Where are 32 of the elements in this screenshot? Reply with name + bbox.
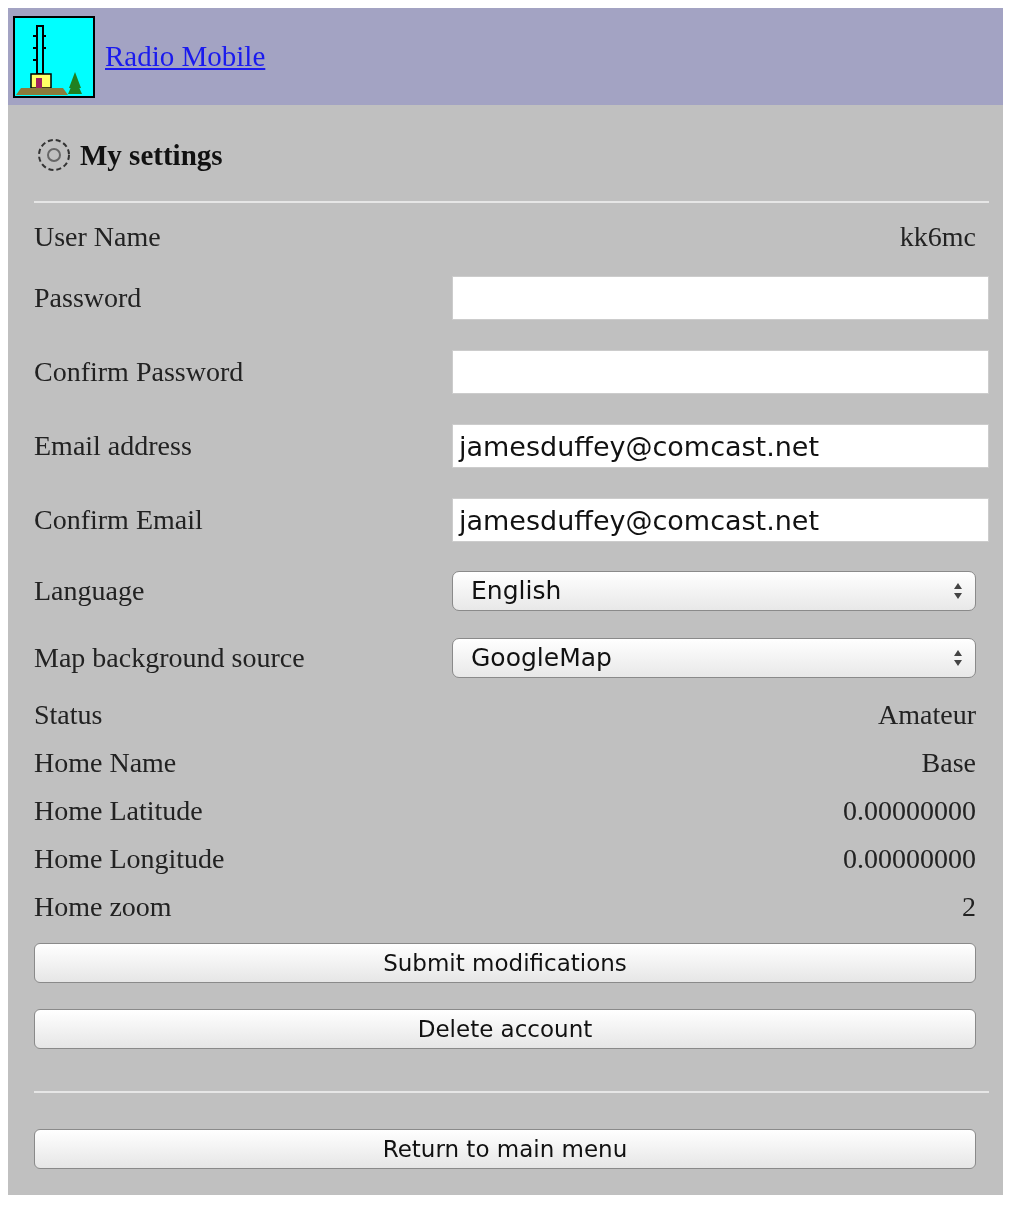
return-button[interactable]: Return to main menu <box>34 1129 976 1169</box>
field-label: Confirm Password <box>34 356 244 388</box>
field-label: User Name <box>34 221 161 253</box>
field-value: 2 <box>962 891 976 923</box>
field-value: Amateur <box>878 699 976 731</box>
field-label: Home Latitude <box>34 795 203 827</box>
field-label: Home Longitude <box>34 843 225 875</box>
field-value: 0.00000000 <box>843 843 976 875</box>
field-label: Home zoom <box>34 891 172 923</box>
field-label: Map background source <box>34 641 305 674</box>
updown-arrows-icon <box>953 581 963 600</box>
field-label: Email address <box>34 430 192 462</box>
field-label: Status <box>34 699 103 731</box>
field-label: Password <box>34 282 142 314</box>
field-value: kk6mc <box>899 221 976 253</box>
dropdown[interactable]: GoogleMap <box>452 637 976 678</box>
logo-icon <box>13 15 95 98</box>
input-field[interactable]: jamesduffey@comcast.net <box>452 424 989 468</box>
site-link[interactable]: Radio Mobile <box>105 40 266 73</box>
updown-arrows-icon <box>953 648 963 667</box>
field-value: Base <box>921 747 976 779</box>
input-field[interactable] <box>452 350 989 394</box>
field-value: 0.00000000 <box>843 795 976 827</box>
action-button[interactable]: Submit modifications <box>34 943 976 983</box>
section-title: My settings <box>80 138 223 172</box>
action-button[interactable]: Delete account <box>34 1009 976 1049</box>
field-label: Language <box>34 574 145 607</box>
field-label: Home Name <box>34 747 177 779</box>
input-field[interactable]: jamesduffey@comcast.net <box>452 498 989 542</box>
dropdown[interactable]: English <box>452 570 976 611</box>
field-label: Confirm Email <box>34 504 203 536</box>
input-field[interactable] <box>452 276 989 320</box>
